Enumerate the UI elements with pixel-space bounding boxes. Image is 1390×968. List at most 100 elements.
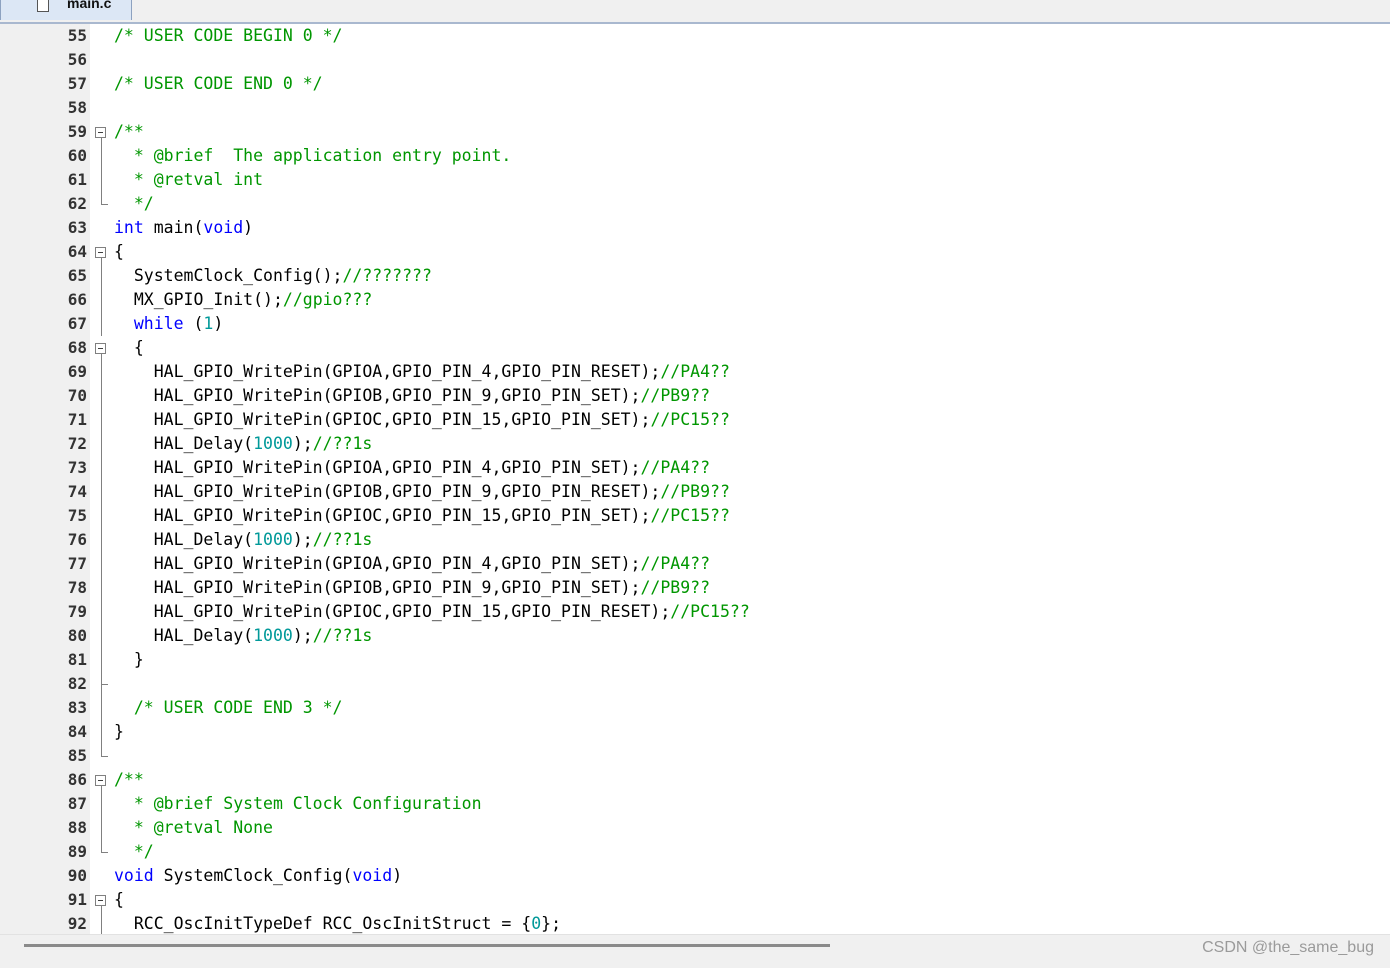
code-line[interactable]: 65 SystemClock_Config();//??????? bbox=[0, 264, 1390, 288]
code-text: */ bbox=[114, 192, 154, 216]
code-token: void bbox=[114, 866, 154, 885]
code-line[interactable]: 69 HAL_GPIO_WritePin(GPIOA,GPIO_PIN_4,GP… bbox=[0, 360, 1390, 384]
code-line[interactable]: 78 HAL_GPIO_WritePin(GPIOB,GPIO_PIN_9,GP… bbox=[0, 576, 1390, 600]
code-text: HAL_GPIO_WritePin(GPIOC,GPIO_PIN_15,GPIO… bbox=[114, 408, 730, 432]
line-number: 68 bbox=[67, 338, 87, 357]
code-text: /* USER CODE BEGIN 0 */ bbox=[114, 24, 342, 48]
code-line[interactable]: 74 HAL_GPIO_WritePin(GPIOB,GPIO_PIN_9,GP… bbox=[0, 480, 1390, 504]
code-token: HAL_Delay( bbox=[114, 626, 254, 645]
code-line[interactable]: 85 bbox=[0, 744, 1390, 768]
code-text: HAL_GPIO_WritePin(GPIOA,GPIO_PIN_4,GPIO_… bbox=[114, 456, 710, 480]
fold-guide-line bbox=[101, 840, 102, 852]
code-token: * @retval None bbox=[114, 818, 273, 837]
code-text: * @retval int bbox=[114, 168, 263, 192]
line-number: 89 bbox=[67, 842, 87, 861]
code-line[interactable]: 62 */ bbox=[0, 192, 1390, 216]
code-text: /** bbox=[114, 120, 144, 144]
fold-guide-line bbox=[101, 744, 102, 756]
code-line[interactable]: 88 * @retval None bbox=[0, 816, 1390, 840]
fold-guide-line bbox=[101, 624, 102, 648]
fold-guide-line bbox=[101, 456, 102, 480]
code-token: //PA4?? bbox=[640, 458, 711, 477]
code-line[interactable]: 81 } bbox=[0, 648, 1390, 672]
code-line[interactable]: 75 HAL_GPIO_WritePin(GPIOC,GPIO_PIN_15,G… bbox=[0, 504, 1390, 528]
fold-collapse-icon[interactable] bbox=[95, 895, 106, 906]
code-line[interactable]: 89 */ bbox=[0, 840, 1390, 864]
code-token: MX_GPIO_Init(); bbox=[114, 290, 283, 309]
code-line[interactable]: 76 HAL_Delay(1000);//??1s bbox=[0, 528, 1390, 552]
code-line[interactable]: 84} bbox=[0, 720, 1390, 744]
code-token: ) bbox=[392, 866, 403, 885]
code-line[interactable]: 67 while (1) bbox=[0, 312, 1390, 336]
code-line[interactable]: 70 HAL_GPIO_WritePin(GPIOB,GPIO_PIN_9,GP… bbox=[0, 384, 1390, 408]
code-token: //PA4?? bbox=[640, 554, 711, 573]
tab-label: main.c bbox=[67, 0, 112, 11]
code-line[interactable]: 56 bbox=[0, 48, 1390, 72]
code-token: { bbox=[114, 338, 144, 357]
code-line[interactable]: 55 /* USER CODE BEGIN 0 */ bbox=[0, 24, 1390, 48]
code-line[interactable]: 90 void SystemClock_Config(void) bbox=[0, 864, 1390, 888]
tab-main-c[interactable]: main.c bbox=[0, 0, 132, 20]
fold-guide-line bbox=[101, 432, 102, 456]
code-line[interactable]: 91 { bbox=[0, 888, 1390, 912]
code-text: * @retval None bbox=[114, 816, 273, 840]
code-line[interactable]: 58 bbox=[0, 96, 1390, 120]
code-token: 1000 bbox=[253, 626, 293, 645]
code-text: /* USER CODE END 3 */ bbox=[114, 696, 343, 720]
code-token: main( bbox=[143, 218, 204, 237]
code-token: while bbox=[133, 314, 184, 333]
line-number: 58 bbox=[67, 98, 87, 117]
code-line[interactable]: 79 HAL_GPIO_WritePin(GPIOC,GPIO_PIN_15,G… bbox=[0, 600, 1390, 624]
code-line[interactable]: 71 HAL_GPIO_WritePin(GPIOC,GPIO_PIN_15,G… bbox=[0, 408, 1390, 432]
code-line[interactable]: 86 /** bbox=[0, 768, 1390, 792]
line-number: 72 bbox=[67, 434, 87, 453]
line-number: 87 bbox=[67, 794, 87, 813]
fold-collapse-icon[interactable] bbox=[95, 775, 106, 786]
code-token: void bbox=[203, 218, 244, 237]
code-token: }; bbox=[541, 914, 562, 933]
code-line[interactable]: 73 HAL_GPIO_WritePin(GPIOA,GPIO_PIN_4,GP… bbox=[0, 456, 1390, 480]
code-line[interactable]: 72 HAL_Delay(1000);//??1s bbox=[0, 432, 1390, 456]
line-number: 75 bbox=[67, 506, 87, 525]
code-token: ( bbox=[183, 314, 204, 333]
code-token: HAL_Delay( bbox=[114, 434, 254, 453]
code-token: /* USER CODE END 0 */ bbox=[114, 74, 323, 93]
line-number: 64 bbox=[67, 242, 87, 261]
code-editor[interactable]: 55 /* USER CODE BEGIN 0 */ 56 57 /* USER COD… bbox=[0, 24, 1390, 934]
code-line[interactable]: 92 RCC_OscInitTypeDef RCC_OscInitStruct … bbox=[0, 912, 1390, 934]
code-text: HAL_Delay(1000);//??1s bbox=[114, 528, 373, 552]
line-number: 78 bbox=[67, 578, 87, 597]
fold-collapse-icon[interactable] bbox=[95, 343, 106, 354]
code-line[interactable]: 59 /** bbox=[0, 120, 1390, 144]
line-number: 81 bbox=[67, 650, 87, 669]
fold-guide-line bbox=[101, 360, 102, 384]
code-line[interactable]: 57 /* USER CODE END 0 */ bbox=[0, 72, 1390, 96]
code-text: while (1) bbox=[114, 312, 223, 336]
code-token: RCC_OscInitTypeDef RCC_OscInitStruct = { bbox=[114, 914, 532, 933]
fold-guide-line bbox=[101, 648, 102, 672]
line-number: 73 bbox=[67, 458, 87, 477]
line-number: 77 bbox=[67, 554, 87, 573]
fold-collapse-icon[interactable] bbox=[95, 127, 106, 138]
code-line[interactable]: 66 MX_GPIO_Init();//gpio??? bbox=[0, 288, 1390, 312]
fold-guide-line bbox=[101, 192, 102, 204]
code-line[interactable]: 77 HAL_GPIO_WritePin(GPIOA,GPIO_PIN_4,GP… bbox=[0, 552, 1390, 576]
fold-guide-line bbox=[101, 720, 102, 744]
code-token: /** bbox=[114, 122, 144, 141]
horizontal-scrollbar[interactable]: CSDN @the_same_bug bbox=[0, 934, 1390, 968]
code-line[interactable]: 83 /* USER CODE END 3 */ bbox=[0, 696, 1390, 720]
scrollbar-thumb[interactable] bbox=[24, 944, 830, 947]
code-line[interactable]: 87 * @brief System Clock Configuration bbox=[0, 792, 1390, 816]
code-text: */ bbox=[114, 840, 154, 864]
code-line[interactable]: 80 HAL_Delay(1000);//??1s bbox=[0, 624, 1390, 648]
code-line[interactable]: 68 { bbox=[0, 336, 1390, 360]
fold-collapse-icon[interactable] bbox=[95, 247, 106, 258]
code-line[interactable]: 64 { bbox=[0, 240, 1390, 264]
code-line[interactable]: 61 * @retval int bbox=[0, 168, 1390, 192]
fold-guide-line bbox=[101, 600, 102, 624]
fold-guide-line bbox=[101, 816, 102, 840]
code-token: ) bbox=[243, 218, 254, 237]
code-line[interactable]: 82 bbox=[0, 672, 1390, 696]
code-line[interactable]: 60 * @brief The application entry point. bbox=[0, 144, 1390, 168]
code-line[interactable]: 63 int main(void) bbox=[0, 216, 1390, 240]
